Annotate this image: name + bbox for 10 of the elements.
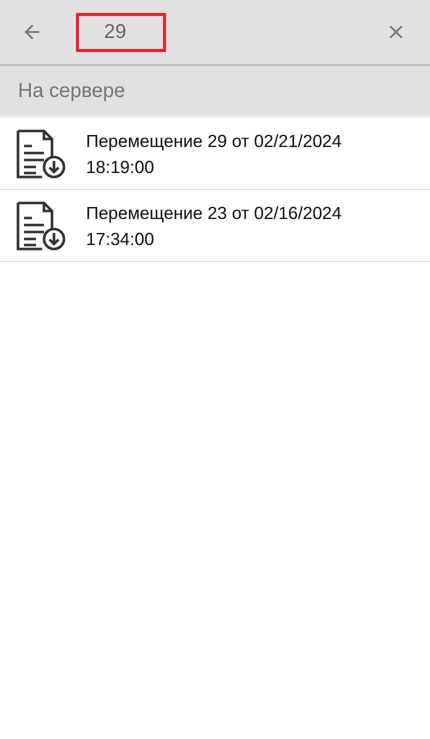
document-title: Перемещение 23 от 02/16/2024 [86,202,342,225]
document-download-icon [16,128,66,178]
document-list-item[interactable]: Перемещение 23 от 02/16/2024 17:34:00 [0,190,430,262]
document-list-item[interactable]: Перемещение 29 от 02/21/2024 18:19:00 [0,118,430,190]
document-time: 18:19:00 [86,156,156,178]
document-time: 17:34:00 [86,228,156,250]
document-download-icon [16,200,66,250]
section-title: На сервере [18,80,126,102]
document-title: Перемещение 29 от 02/21/2024 [86,130,342,153]
search-field[interactable]: 29 [76,12,166,52]
